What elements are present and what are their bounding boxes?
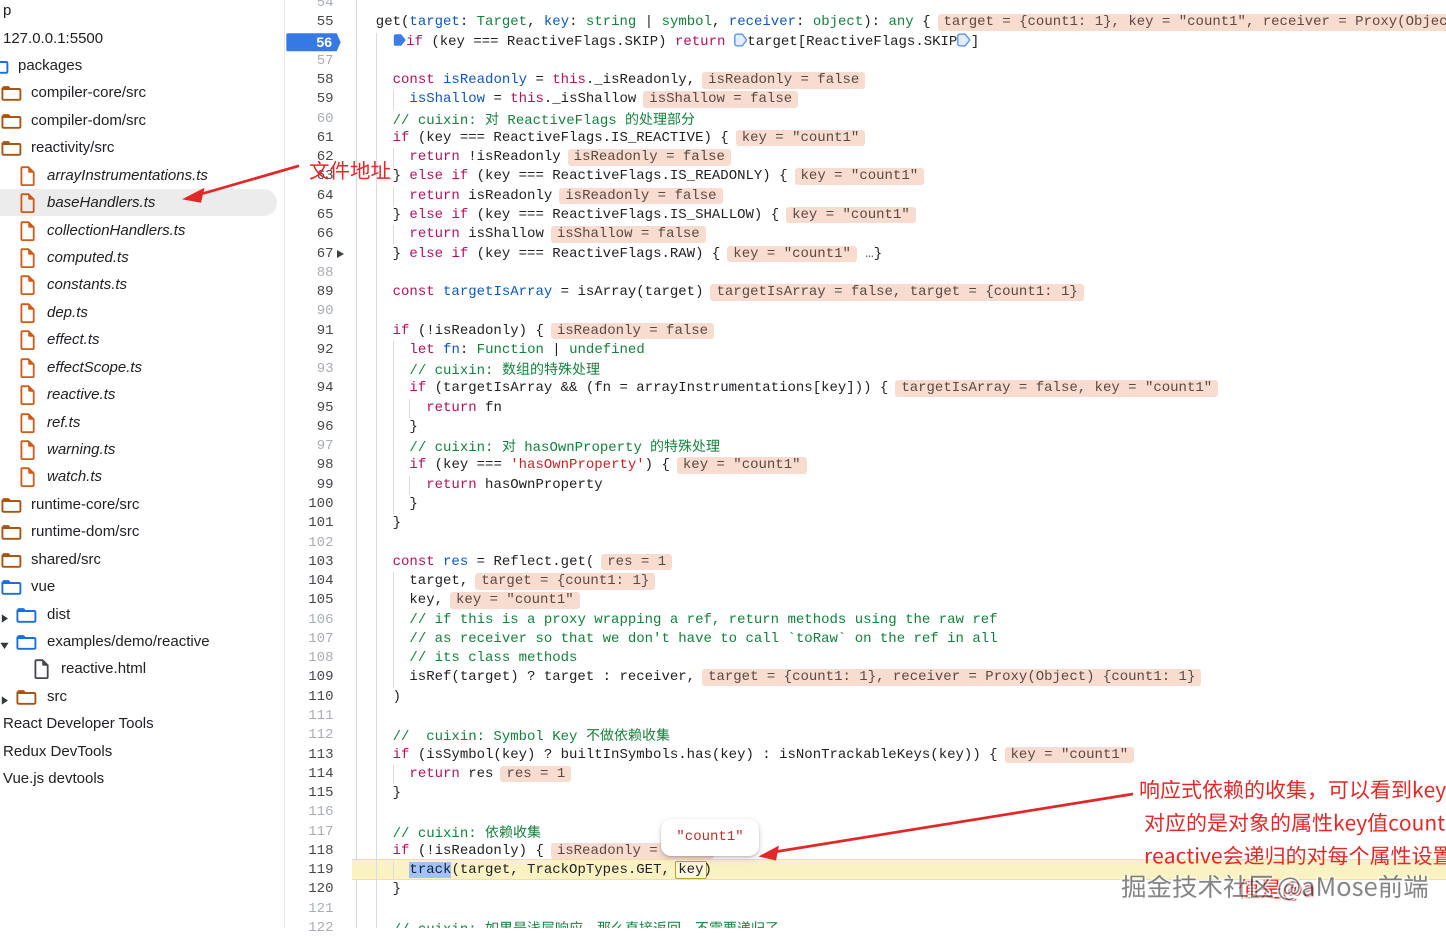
svg-text:56: 56: [316, 34, 332, 50]
